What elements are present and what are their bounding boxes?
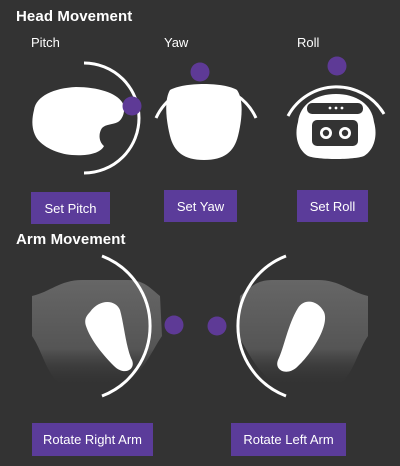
yaw-label: Yaw <box>164 35 189 50</box>
rotate-right-arm-button[interactable]: Rotate Right Arm <box>32 423 153 456</box>
pitch-head-silhouette <box>32 87 125 156</box>
rotate-left-arm-button[interactable]: Rotate Left Arm <box>231 423 346 456</box>
set-pitch-button[interactable]: Set Pitch <box>31 192 110 224</box>
set-yaw-button[interactable]: Set Yaw <box>164 190 237 222</box>
pitch-control <box>32 61 142 175</box>
yaw-control <box>154 62 258 160</box>
roll-face-panel <box>312 120 358 146</box>
set-roll-button[interactable]: Set Roll <box>297 190 368 222</box>
pitch-label: Pitch <box>31 35 60 50</box>
yaw-head-silhouette <box>166 84 242 160</box>
head-movement-title: Head Movement <box>16 8 133 25</box>
yaw-handle <box>190 62 210 82</box>
roll-label: Roll <box>297 35 320 50</box>
left-arm-handle <box>207 316 227 336</box>
left-arm-control <box>207 254 368 398</box>
roll-control <box>286 56 386 159</box>
right-arm-handle <box>164 315 184 335</box>
arm-movement-title: Arm Movement <box>16 231 126 248</box>
roll-handle <box>327 56 347 76</box>
right-arm-control <box>32 254 184 398</box>
